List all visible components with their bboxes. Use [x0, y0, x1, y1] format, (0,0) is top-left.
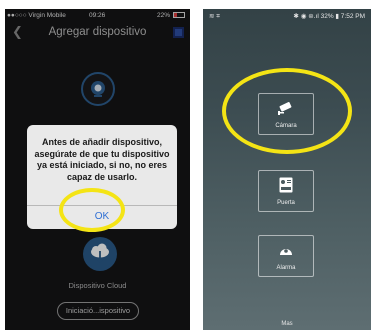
ok-highlight-ellipse [59, 188, 125, 232]
right-phone-screen: ≋ ⌗ ✱ ◉ ⊜.ıl 32% ▮ 7:52 PM Cámara Puerta… [203, 9, 371, 330]
door-tile-label: Puerta [277, 200, 295, 206]
dialog-message: Antes de añadir dispositivo, asegúrate d… [34, 137, 170, 182]
door-intercom-icon [279, 177, 293, 193]
alarm-tile[interactable]: Alarma [258, 235, 314, 277]
status-right-text: ✱ ◉ ⊜.ıl 32% ▮ 7:52 PM [293, 13, 365, 20]
door-tile[interactable]: Puerta [258, 170, 314, 212]
more-label[interactable]: Mas [203, 321, 371, 327]
left-phone-screen: ●●○○○ Virgin Mobile 09:26 22% ❮ Agregar … [5, 9, 190, 330]
alarm-icon [280, 249, 292, 255]
status-bar-right: ≋ ⌗ ✱ ◉ ⊜.ıl 32% ▮ 7:52 PM [203, 9, 371, 21]
camera-highlight-ellipse [222, 68, 352, 154]
alarm-tile-label: Alarma [276, 265, 296, 271]
status-left-icons: ≋ ⌗ [209, 13, 220, 20]
